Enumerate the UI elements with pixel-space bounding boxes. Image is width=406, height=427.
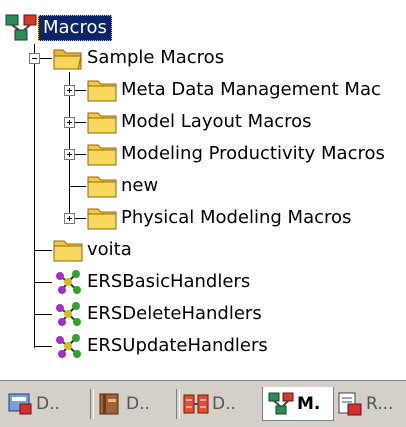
tab-label-data-dictionary: D.. — [36, 394, 60, 414]
folder-icon — [53, 240, 83, 262]
expand-toggle-model-layout[interactable] — [64, 117, 75, 128]
tree-label-new[interactable]: new — [118, 174, 161, 198]
expand-toggle-modeling-productivity[interactable] — [64, 149, 75, 160]
expand-toggle-meta-data[interactable] — [64, 85, 75, 96]
tree-node-sample-macros[interactable]: Sample Macros — [52, 42, 227, 74]
macro-tree[interactable]: Macros Sample Macros Meta Data Managemen… — [0, 0, 406, 376]
data-dictionary-icon — [8, 393, 32, 415]
expand-toggle-physical-modeling[interactable] — [64, 213, 75, 224]
tab-label-database-book: D.. — [126, 394, 150, 414]
tab-separator — [90, 389, 94, 419]
folder-open-icon — [53, 49, 82, 70]
tree-node-macros[interactable]: Macros — [4, 12, 112, 44]
tree-label-model-layout[interactable]: Model Layout Macros — [118, 110, 315, 134]
tree-label-ers-delete-handlers[interactable]: ERSDeleteHandlers — [84, 302, 265, 326]
database-book-icon — [99, 393, 119, 415]
tree-label-voita[interactable]: voita — [84, 238, 135, 262]
tab-diagram-compare[interactable]: D.. — [182, 387, 236, 421]
handler-molecule-icon — [56, 334, 81, 358]
tree-label-sample-macros[interactable]: Sample Macros — [84, 46, 227, 70]
folder-icon — [87, 144, 117, 166]
handler-molecule-icon — [56, 270, 81, 294]
tab-separator — [176, 389, 180, 419]
tree-node-model-layout[interactable]: Model Layout Macros — [86, 106, 315, 138]
folder-icon — [87, 112, 117, 134]
macros-tree-icon — [5, 14, 37, 41]
tree-node-modeling-productivity[interactable]: Modeling Productivity Macros — [86, 138, 388, 170]
folder-icon — [87, 208, 117, 230]
macro-explorer-panel: Macros Sample Macros Meta Data Managemen… — [0, 0, 406, 427]
tree-label-ers-basic-handlers[interactable]: ERSBasicHandlers — [84, 270, 253, 294]
handler-molecule-icon — [56, 302, 81, 326]
macros-tree-icon — [268, 392, 294, 414]
tree-node-voita[interactable]: voita — [52, 234, 135, 266]
tree-label-ers-update-handlers[interactable]: ERSUpdateHandlers — [84, 334, 271, 358]
tab-macros[interactable]: M. — [262, 387, 334, 421]
tab-report[interactable]: R... — [336, 387, 393, 421]
tab-data-dictionary[interactable]: D.. — [6, 387, 60, 421]
tree-node-physical-modeling[interactable]: Physical Modeling Macros — [86, 202, 354, 234]
folder-icon — [87, 80, 117, 102]
tab-label-report: R... — [366, 394, 394, 414]
folder-icon — [87, 176, 117, 198]
tree-label-modeling-productivity[interactable]: Modeling Productivity Macros — [118, 142, 388, 166]
tree-node-ers-basic-handlers[interactable]: ERSBasicHandlers — [52, 266, 253, 298]
tab-label-macros: M. — [297, 393, 321, 414]
tree-node-new[interactable]: new — [86, 170, 161, 202]
report-icon — [338, 392, 362, 416]
collapse-toggle-sample-macros[interactable] — [29, 53, 40, 64]
tree-node-ers-update-handlers[interactable]: ERSUpdateHandlers — [52, 330, 271, 362]
tree-node-ers-delete-handlers[interactable]: ERSDeleteHandlers — [52, 298, 265, 330]
explorer-tab-bar: D.. D.. D.. M. R... — [0, 380, 406, 427]
tree-label-meta-data-management[interactable]: Meta Data Management Mac — [118, 78, 384, 102]
tab-label-diagram-compare: D.. — [212, 394, 236, 414]
diagram-compare-icon — [183, 394, 209, 414]
tree-label-physical-modeling[interactable]: Physical Modeling Macros — [118, 206, 354, 230]
tab-database-book[interactable]: D.. — [96, 387, 150, 421]
tree-label-macros[interactable]: Macros — [38, 15, 112, 41]
tree-node-meta-data-management[interactable]: Meta Data Management Mac — [86, 74, 384, 106]
